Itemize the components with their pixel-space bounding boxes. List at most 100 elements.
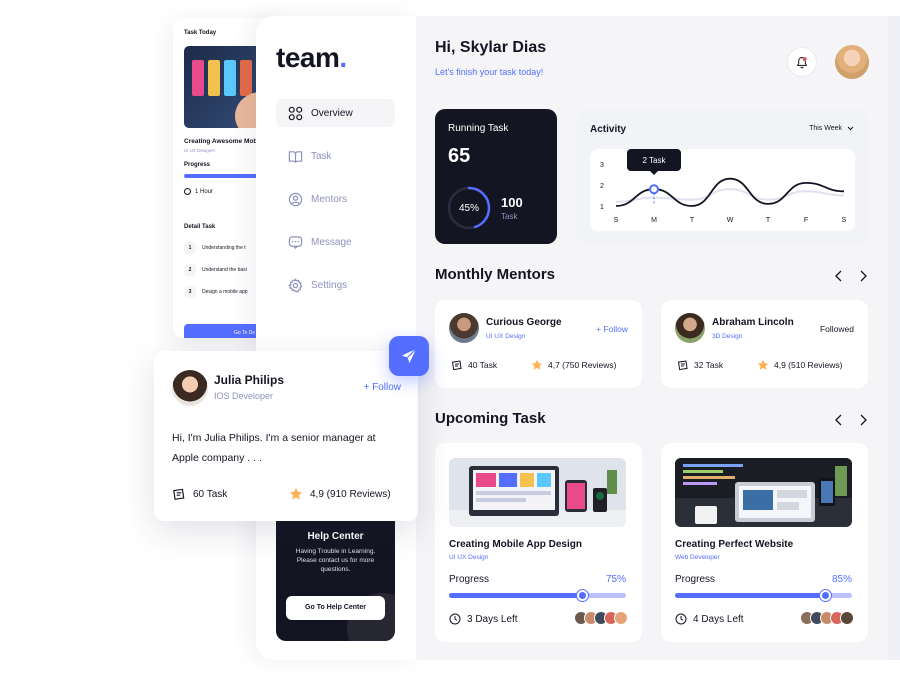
- activity-chart: 1 2 3 S M T W T F S 2 Task: [590, 149, 855, 231]
- profile-name: Julia Philips: [214, 373, 285, 387]
- progress-label: Progress: [675, 574, 716, 585]
- sidebar-item-mentors[interactable]: Mentors: [276, 185, 395, 213]
- mentor-tasks: 40 Task: [451, 359, 497, 371]
- send-message-button[interactable]: [389, 336, 429, 376]
- mentor-name: Abraham Lincoln: [712, 317, 794, 328]
- running-task-card: Running Task 65 45% 100 Task: [435, 109, 557, 244]
- assignee-avatars: [574, 611, 628, 625]
- followed-button[interactable]: Followed: [820, 324, 854, 334]
- task-today-title: Task Today: [184, 30, 217, 36]
- profile-rating-text: 4,9 (910 Reviews): [310, 488, 391, 500]
- upcoming-task-card[interactable]: Creating Mobile App Design UI UX Design …: [435, 443, 642, 642]
- sidebar-item-message[interactable]: Message: [276, 228, 395, 256]
- mentor-tasks: 32 Task: [677, 359, 723, 371]
- chevron-left-icon[interactable]: [834, 270, 844, 282]
- activity-filter-dropdown[interactable]: This Week: [809, 125, 854, 132]
- avatar: [840, 611, 854, 625]
- sidebar-item-settings[interactable]: Settings: [276, 271, 395, 299]
- chevron-right-icon[interactable]: [858, 414, 868, 426]
- mentor-avatar: [675, 313, 705, 343]
- mentor-card: Curious George UI UX Design + Follow 40 …: [435, 300, 642, 388]
- clock-icon: [675, 613, 687, 625]
- activity-chart-svg: 1 2 3 S M T W T F S 2 Task: [600, 149, 847, 224]
- main-content: Hi, Skylar Dias Let's finish your task t…: [416, 16, 888, 660]
- task-icon: [173, 488, 185, 500]
- progress-fill: [675, 593, 826, 598]
- chevron-down-icon: [847, 126, 854, 131]
- running-task-total: 100: [501, 195, 523, 210]
- detail-step: 1 Understanding the t: [184, 242, 246, 254]
- mentor-card: Abraham Lincoln 3D Design Followed 32 Ta…: [661, 300, 868, 388]
- progress-label: Progress: [449, 574, 490, 585]
- task-thumbnail: [449, 458, 626, 527]
- step-number: 3: [184, 286, 196, 298]
- upcoming-task-card[interactable]: Creating Perfect Website Web Developer P…: [661, 443, 868, 642]
- help-center-card: Help Center Having Trouble in Learning. …: [276, 506, 395, 641]
- sidebar-item-task[interactable]: Task: [276, 142, 395, 170]
- task-today-time: 1 Hour: [184, 188, 213, 195]
- progress-percent: 75%: [605, 574, 626, 585]
- y-tick-label: 2: [600, 183, 604, 190]
- chevron-left-icon[interactable]: [834, 414, 844, 426]
- chevron-right-icon[interactable]: [858, 270, 868, 282]
- sidebar-item-label: Overview: [311, 107, 353, 119]
- y-tick-label: 3: [600, 162, 604, 169]
- go-to-help-center-button[interactable]: Go To Help Center: [286, 596, 385, 620]
- mentors-pager: [834, 270, 868, 282]
- chat-icon: [288, 235, 303, 249]
- running-task-value: 65: [448, 145, 471, 167]
- sidebar-item-label: Task: [311, 150, 332, 162]
- task-role: Web Developer: [675, 554, 720, 561]
- profile-tasks: 60 Task: [172, 487, 227, 501]
- mentor-rating-text: 4,7 (750 Reviews): [548, 360, 617, 370]
- logo[interactable]: team.: [276, 42, 347, 74]
- mentor-profile-card: Julia Philips IOS Developer + Follow Hi,…: [154, 351, 418, 521]
- sidebar-item-label: Settings: [311, 279, 348, 291]
- x-tick-label: W: [727, 217, 734, 224]
- grid-icon: [288, 106, 303, 120]
- assignee-avatars: [800, 611, 854, 625]
- follow-button[interactable]: + Follow: [596, 324, 628, 334]
- profile-tasks-text: 60 Task: [193, 488, 228, 500]
- mentor-rating: 4,7 (750 Reviews): [531, 359, 617, 371]
- step-text: Understand the basi: [202, 267, 247, 273]
- upcoming-pager: [834, 414, 868, 426]
- mentor-tasks-text: 32 Task: [694, 360, 724, 370]
- right-panel-edge: [888, 16, 900, 660]
- days-left: 4 Days Left: [675, 613, 744, 625]
- sidebar-item-overview[interactable]: Overview: [276, 99, 395, 127]
- user-avatar[interactable]: [835, 45, 869, 79]
- x-tick-label: S: [614, 217, 619, 224]
- x-tick-label: T: [766, 217, 771, 224]
- task-title: Creating Mobile App Design: [449, 539, 582, 550]
- sidebar-item-label: Message: [311, 236, 352, 248]
- mentor-name: Curious George: [486, 317, 562, 328]
- user-icon: [288, 192, 303, 206]
- progress-knob: [820, 590, 832, 601]
- profile-rating: 4,9 (910 Reviews): [289, 487, 391, 501]
- running-task-total-label: Task: [501, 212, 518, 221]
- star-icon: [757, 359, 769, 370]
- activity-card: Activity This Week 1 2 3 S M T W T F S 2 Task: [577, 109, 868, 244]
- mentor-role: 3D Design: [712, 333, 743, 340]
- task-today-role: UI UX Designer: [184, 148, 216, 153]
- avatar: [614, 611, 628, 625]
- detail-step: 2 Understand the basi: [184, 264, 247, 276]
- clock-icon: [449, 613, 461, 625]
- progress-knob: [576, 590, 588, 601]
- clock-icon: [184, 188, 191, 195]
- progress-percent: 85%: [831, 574, 852, 585]
- running-task-percent: 45%: [458, 202, 479, 214]
- task-today-name: Creating Awesome Mob: [184, 138, 258, 145]
- progress-bar: [675, 590, 852, 601]
- days-left-text: 3 Days Left: [467, 613, 518, 625]
- follow-button[interactable]: + Follow: [363, 382, 401, 393]
- days-left: 3 Days Left: [449, 613, 518, 625]
- mentor-avatar: [449, 313, 479, 343]
- notification-button[interactable]: [787, 47, 817, 77]
- mentor-rating-text: 4,9 (510 Reviews): [774, 360, 843, 370]
- profile-bio: Hi, I'm Julia Philips. I'm a senior mana…: [172, 432, 376, 464]
- step-text: Understanding the t: [202, 245, 246, 251]
- task-thumbnail: [675, 458, 852, 527]
- activity-filter-label: This Week: [809, 125, 842, 132]
